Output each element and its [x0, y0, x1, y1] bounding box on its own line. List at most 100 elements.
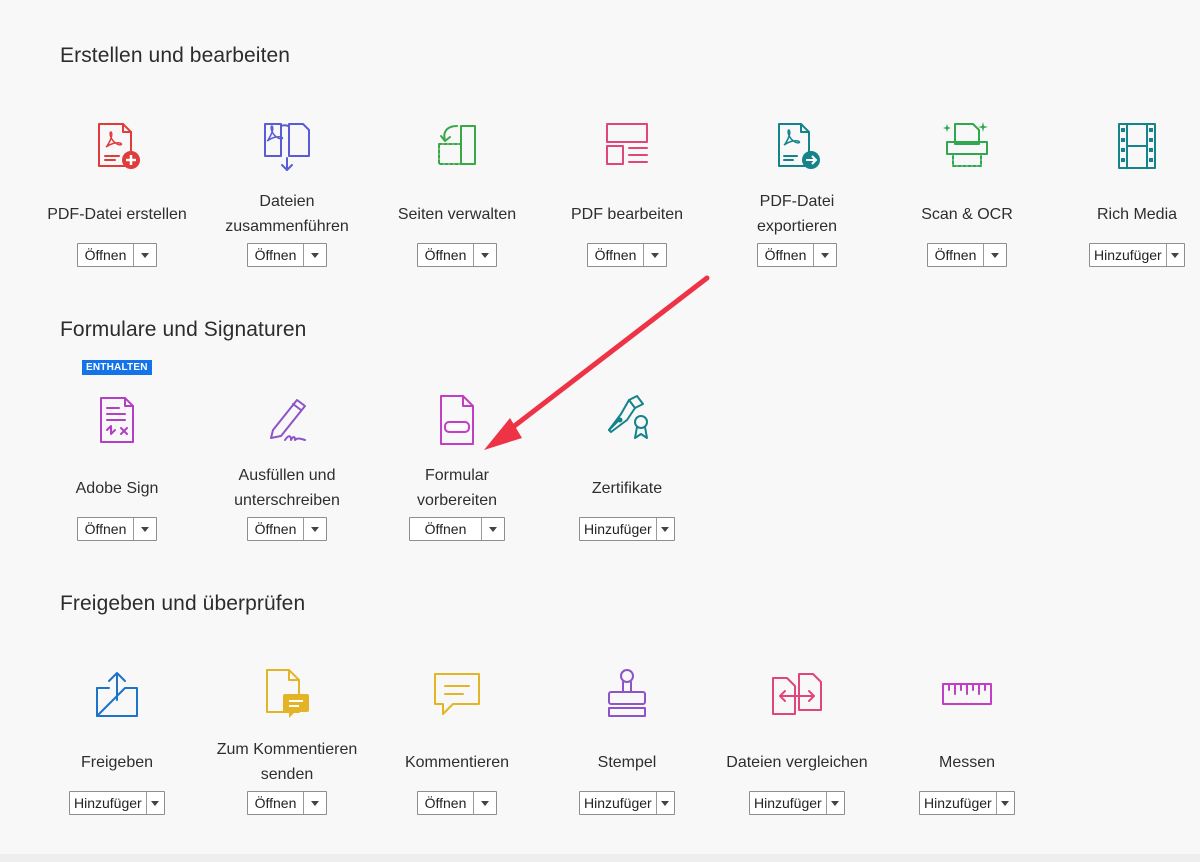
tool-card[interactable]: Seiten verwalten Öffnen [372, 118, 542, 278]
tool-action-dropdown[interactable]: Hinzufüger [1089, 243, 1185, 267]
edit-pdf-icon[interactable] [599, 118, 655, 174]
measure-icon[interactable] [939, 666, 995, 722]
tool-label-line: Dateien [259, 193, 315, 210]
prepare-form-icon[interactable] [429, 392, 485, 448]
fill-sign-icon[interactable] [259, 392, 315, 448]
tool-action-button[interactable]: Hinzufüger [920, 792, 996, 814]
tool-card[interactable]: Dateien zusammenführen Öffnen [202, 118, 372, 278]
tool-action-dropdown[interactable]: Öffnen [77, 243, 157, 267]
rich-media-icon[interactable] [1109, 118, 1165, 174]
tool-action-dropdown[interactable]: Hinzufüger [749, 791, 845, 815]
comment-icon[interactable] [429, 666, 485, 722]
tool-action-button[interactable]: Hinzufüger [70, 792, 146, 814]
tool-action-button[interactable]: Hinzufüger [750, 792, 826, 814]
tool-card[interactable]: PDF bearbeiten Öffnen [542, 118, 712, 278]
tool-card[interactable]: Dateien vergleichen Hinzufüger [712, 666, 882, 826]
chevron-down-icon[interactable] [825, 792, 844, 814]
chevron-down-icon[interactable] [995, 792, 1014, 814]
tool-label: Kommentieren [372, 736, 542, 788]
tool-action-button[interactable]: Öffnen [758, 244, 813, 266]
tool-card[interactable]: Scan & OCR Öffnen [882, 118, 1052, 278]
tool-action-button[interactable]: Öffnen [418, 792, 473, 814]
tool-action-button[interactable]: Öffnen [248, 792, 303, 814]
tool-action-button[interactable]: Öffnen [248, 244, 303, 266]
tool-action-dropdown[interactable]: Hinzufüger [579, 791, 675, 815]
organize-pages-icon[interactable] [429, 118, 485, 174]
tool-action-dropdown[interactable]: Hinzufüger [579, 517, 675, 541]
tool-action-button[interactable]: Hinzufüger [1090, 244, 1166, 266]
tool-action-button[interactable]: Öffnen [418, 244, 473, 266]
tool-label: Dateien zusammenführen [202, 188, 372, 240]
chevron-down-icon[interactable] [655, 792, 674, 814]
tool-action-button[interactable]: Öffnen [78, 518, 133, 540]
tool-label: Scan & OCR [882, 188, 1052, 240]
create-pdf-icon[interactable] [89, 118, 145, 174]
stamp-icon[interactable] [599, 666, 655, 722]
send-for-comments-icon[interactable] [259, 666, 315, 722]
tool-label: Seiten verwalten [372, 188, 542, 240]
chevron-down-icon[interactable] [303, 244, 326, 266]
tool-card[interactable]: Ausfüllen und unterschreiben Öffnen [202, 392, 372, 552]
tool-card[interactable]: Messen Hinzufüger [882, 666, 1052, 826]
tool-label-line: zusammenführen [225, 218, 349, 235]
export-pdf-icon[interactable] [769, 118, 825, 174]
tool-action-button[interactable]: Hinzufüger [580, 792, 656, 814]
chevron-down-icon[interactable] [473, 792, 496, 814]
tool-action-dropdown[interactable]: Hinzufüger [919, 791, 1015, 815]
tool-card[interactable]: Kommentieren Öffnen [372, 666, 542, 826]
tool-action-dropdown[interactable]: Öffnen [247, 791, 327, 815]
tool-card[interactable]: Stempel Hinzufüger [542, 666, 712, 826]
tool-action-button[interactable]: Öffnen [588, 244, 643, 266]
tool-label: Formular vorbereiten [372, 462, 542, 514]
chevron-down-icon[interactable] [643, 244, 666, 266]
chevron-down-icon[interactable] [813, 244, 836, 266]
tool-card[interactable]: ENTHALTEN Adobe Sign Öffnen [32, 360, 202, 552]
tool-label-line: Stempel [597, 753, 657, 771]
tool-action-button[interactable]: Öffnen [928, 244, 983, 266]
chevron-down-icon[interactable] [303, 518, 326, 540]
tool-action-dropdown[interactable]: Öffnen [417, 243, 497, 267]
chevron-down-icon[interactable] [303, 792, 326, 814]
combine-files-icon[interactable] [259, 118, 315, 174]
compare-files-icon[interactable] [769, 666, 825, 722]
tool-action-dropdown[interactable]: Hinzufüger [69, 791, 165, 815]
tool-action-button[interactable]: Öffnen [248, 518, 303, 540]
tool-card[interactable]: PDF-Datei exportieren Öffnen [712, 118, 882, 278]
tool-card[interactable]: Zertifikate Hinzufüger [542, 392, 712, 552]
chevron-down-icon[interactable] [655, 518, 674, 540]
chevron-down-icon[interactable] [983, 244, 1006, 266]
tool-action-button[interactable]: Hinzufüger [580, 518, 656, 540]
tool-action-dropdown[interactable]: Öffnen [927, 243, 1007, 267]
tool-label: Zertifikate [542, 462, 712, 514]
chevron-down-icon[interactable] [481, 518, 504, 540]
tool-action-dropdown[interactable]: Öffnen [757, 243, 837, 267]
tool-action-dropdown[interactable]: Öffnen [417, 791, 497, 815]
tool-label-line: PDF-Datei erstellen [47, 205, 187, 223]
tool-action-dropdown[interactable]: Öffnen [77, 517, 157, 541]
tool-action-dropdown[interactable]: Öffnen [247, 517, 327, 541]
tool-label-line: Scan & OCR [921, 205, 1013, 223]
chevron-down-icon[interactable] [145, 792, 164, 814]
chevron-down-icon[interactable] [133, 518, 156, 540]
tool-card[interactable]: Rich Media Hinzufüger [1052, 118, 1200, 278]
tool-card[interactable]: PDF-Datei erstellen Öffnen [32, 118, 202, 278]
tool-action-dropdown[interactable]: Öffnen [247, 243, 327, 267]
chevron-down-icon[interactable] [473, 244, 496, 266]
tool-action-dropdown[interactable]: Öffnen [409, 517, 505, 541]
tool-action-button[interactable]: Öffnen [78, 244, 133, 266]
tool-action-dropdown[interactable]: Öffnen [587, 243, 667, 267]
adobe-sign-icon[interactable] [89, 392, 145, 448]
chevron-down-icon[interactable] [133, 244, 156, 266]
tool-card[interactable]: Zum Kommentieren senden Öffnen [202, 666, 372, 826]
bottom-divider [0, 854, 1200, 862]
certificates-icon[interactable] [599, 392, 655, 448]
included-badge: ENTHALTEN [82, 360, 152, 375]
tool-label: Dateien vergleichen [712, 736, 882, 788]
tool-action-button[interactable]: Öffnen [410, 518, 481, 540]
share-icon[interactable] [89, 666, 145, 722]
tool-card[interactable]: Formular vorbereiten Öffnen [372, 392, 542, 552]
chevron-down-icon[interactable] [1165, 244, 1184, 266]
scan-ocr-icon[interactable] [939, 118, 995, 174]
tool-label-line: senden [260, 766, 314, 783]
tool-card[interactable]: Freigeben Hinzufüger [32, 666, 202, 826]
